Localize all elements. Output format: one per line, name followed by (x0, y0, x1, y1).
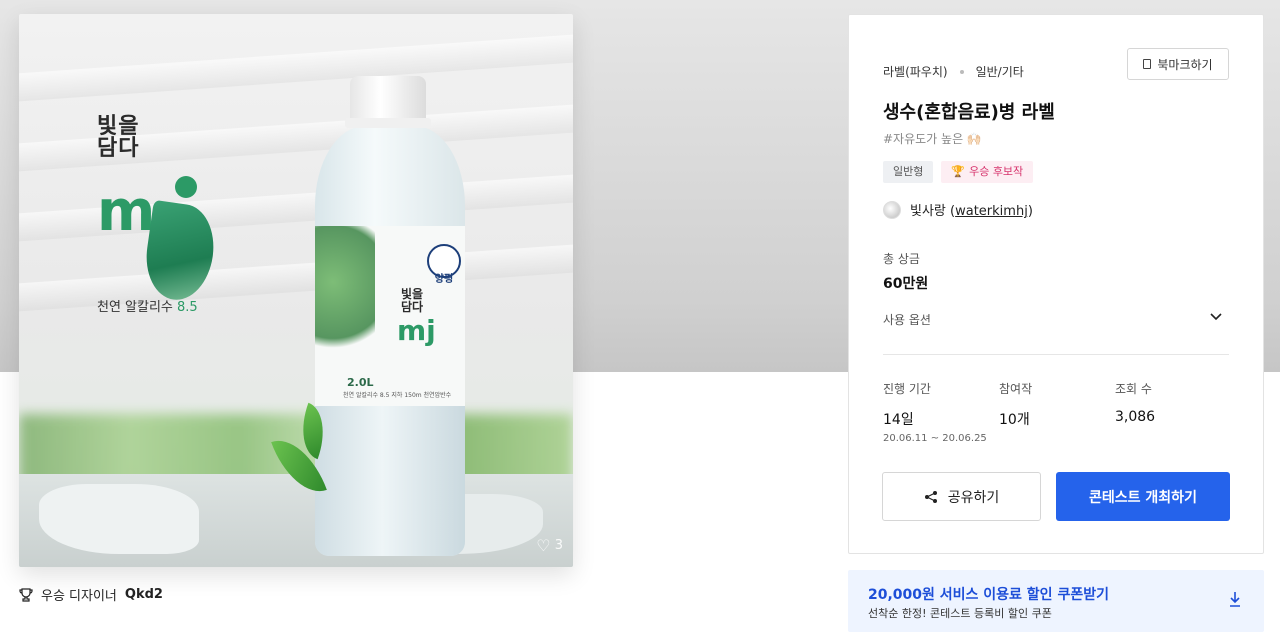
host-contest-button[interactable]: 콘테스트 개최하기 (1056, 472, 1230, 521)
share-icon (924, 490, 937, 503)
author-handle-link[interactable]: waterkimhj (955, 204, 1028, 219)
stat-duration: 진행 기간 14일 20.06.11 ~ 20.06.25 (883, 380, 987, 444)
stat-label: 진행 기간 (883, 382, 931, 396)
author-name-group: 빛사랑 (waterkimhj) (910, 204, 1033, 219)
share-button[interactable]: 공유하기 (882, 472, 1041, 521)
trophy-icon: 🏆 (951, 165, 966, 178)
coupon-banner[interactable]: 20,000원 서비스 이용료 할인 쿠폰받기 선착순 한정! 콘테스트 등록비… (848, 570, 1264, 632)
label-volume: 2.0L (347, 376, 374, 389)
brand-ph-value: 8.5 (177, 300, 198, 315)
water-drop-shape (140, 199, 220, 305)
label-brand-text: 빛을 담다 (401, 287, 424, 314)
chevron-down-icon[interactable] (1209, 309, 1223, 323)
breadcrumb-subcategory[interactable]: 일반/기타 (976, 63, 1024, 80)
author-name: 빛사랑 (910, 204, 946, 219)
stat-label: 조회 수 (1115, 382, 1152, 396)
stat-value: 14일 (883, 412, 914, 428)
label-description: 천연 알칼리수 8.5 지하 150m 천연암반수 (343, 392, 452, 399)
avatar (883, 200, 901, 219)
bottle-neck (345, 118, 431, 128)
breadcrumb: 라벨(파우치) 일반/기타 (883, 63, 1024, 80)
ice-rocks (19, 474, 573, 567)
download-icon[interactable] (1228, 591, 1242, 607)
stat-label: 참여작 (999, 382, 1033, 396)
total-prize-label: 총 상금 (883, 252, 920, 266)
like-count: 3 (554, 538, 563, 553)
contest-image[interactable]: 빛을 담다 m 천연 알칼리수 8.5 양평 빛을 담다 mj 2.0L 천연 … (19, 14, 573, 567)
contest-type-badge: 일반형 (883, 161, 934, 183)
badge-group: 일반형 🏆 우승 후보작 (883, 161, 1034, 183)
heart-icon: ♡ (536, 536, 551, 555)
winner-designer-name[interactable]: Qkd2 (125, 587, 163, 602)
divider (883, 354, 1229, 355)
stat-date-range: 20.06.11 ~ 20.06.25 (883, 433, 987, 444)
logo-dot (175, 176, 197, 198)
brand-subtitle: 천연 알칼리수 8.5 (97, 296, 237, 315)
stat-value: 3,086 (1115, 409, 1156, 425)
background-wave (19, 34, 573, 102)
label-mj-logo: mj (397, 314, 436, 347)
winner-designer-prefix: 우승 디자이너 (41, 589, 117, 604)
water-bottle: 양평 빛을 담다 mj 2.0L 천연 알칼리수 8.5 지하 150m 천연암… (309, 76, 471, 556)
brand-logo: 빛을 담다 m 천연 알칼리수 8.5 (97, 116, 237, 315)
winner-candidate-label: 우승 후보작 (969, 165, 1024, 178)
bottle-cap (350, 76, 426, 122)
contest-info-card: 라벨(파우치) 일반/기타 북마크하기 생수(혼합음료)병 라벨 #자유도가 높… (848, 14, 1264, 554)
stat-value: 10개 (999, 412, 1030, 428)
like-counter[interactable]: ♡ 3 (536, 536, 563, 555)
winner-designer: 우승 디자이너 Qkd2 (19, 585, 163, 604)
author-info[interactable]: 빛사랑 (waterkimhj) (883, 200, 1033, 219)
leaf-graphic (315, 226, 375, 366)
share-label: 공유하기 (947, 489, 1000, 506)
trophy-icon (19, 587, 33, 602)
bookmark-button[interactable]: 북마크하기 (1127, 48, 1229, 80)
winner-candidate-badge: 🏆 우승 후보작 (941, 161, 1034, 183)
mj-logo-letter: m (97, 179, 156, 244)
total-prize-value: 60만원 (883, 276, 929, 292)
bottle-water (315, 406, 465, 556)
bookmark-icon (1143, 59, 1152, 69)
mj-logo-mark: m (97, 166, 237, 305)
brand-subtitle-text: 천연 알칼리수 (97, 300, 178, 315)
breadcrumb-separator (959, 69, 964, 74)
stat-views: 조회 수 3,086 (1115, 380, 1155, 425)
contest-title: 생수(혼합음료)병 라벨 (883, 102, 1055, 123)
brand-korean-text: 빛을 담다 (97, 114, 140, 161)
coupon-title: 20,000원 서비스 이용료 할인 쿠폰받기 (868, 587, 1109, 603)
bookmark-label: 북마크하기 (1157, 57, 1213, 72)
region-seal-text: 양평 (434, 274, 454, 285)
usage-options-label[interactable]: 사용 옵션 (883, 311, 931, 328)
coupon-subtitle: 선착순 한정! 콘테스트 등록비 할인 쿠폰 (868, 607, 1052, 620)
stat-entries: 참여작 10개 (999, 380, 1032, 429)
breadcrumb-category[interactable]: 라벨(파우치) (883, 63, 948, 80)
contest-tagline: #자유도가 높은 🙌🏻 (883, 132, 982, 146)
